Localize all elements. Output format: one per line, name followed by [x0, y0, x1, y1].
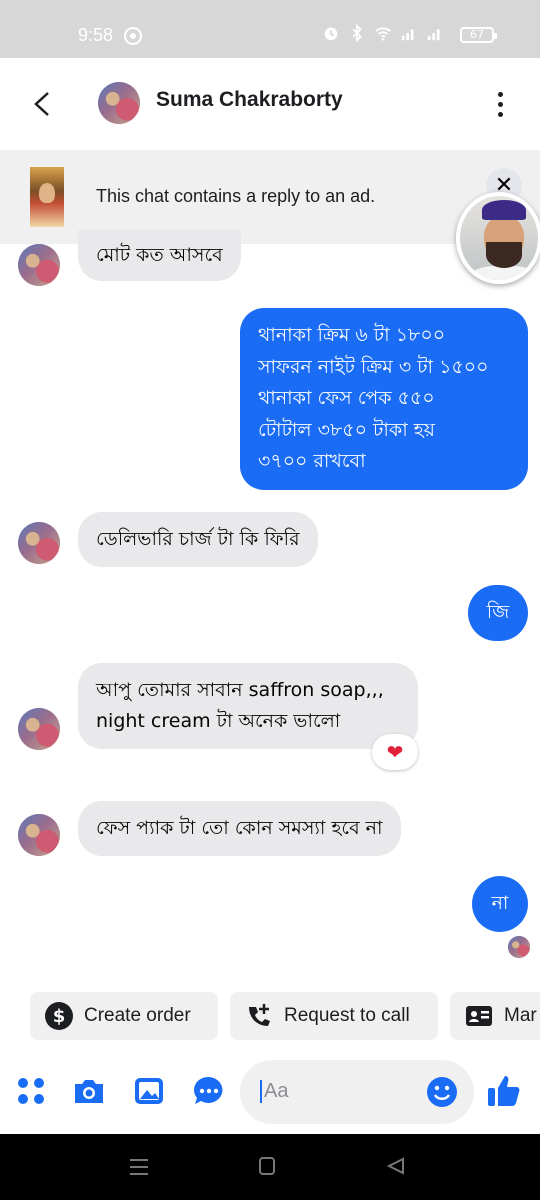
home-icon[interactable] [258, 1156, 276, 1176]
create-order-label: Create order [84, 1005, 191, 1026]
status-time: 9:58 [78, 25, 114, 45]
message-incoming[interactable]: ডেলিভারি চার্জ টা কি ফিরি [78, 512, 318, 567]
chat-head-avatar[interactable] [456, 192, 540, 284]
status-bar: 9:58 67 [0, 0, 540, 58]
apps-grid-icon[interactable] [14, 1074, 48, 1108]
message-composer: Aa [0, 1058, 540, 1128]
thumbs-up-icon[interactable] [486, 1072, 522, 1110]
wifi-icon [375, 27, 391, 41]
heart-reaction-icon[interactable]: ❤ [372, 734, 418, 770]
seen-avatar [508, 936, 530, 958]
request-to-call-label: Request to call [284, 1005, 410, 1026]
svg-text:$: $ [53, 1006, 66, 1027]
signal-icon-1 [401, 29, 414, 41]
message-incoming[interactable]: মোট কত আসবে [78, 230, 241, 281]
emoji-icon[interactable] [426, 1076, 458, 1108]
message-input-placeholder: Aa [260, 1080, 288, 1103]
request-to-call-button[interactable]: Request to call [230, 992, 438, 1040]
message-outgoing[interactable]: জি [468, 585, 528, 641]
sender-avatar[interactable] [18, 708, 60, 750]
signal-icon-2 [427, 29, 440, 41]
message-outgoing[interactable]: থানাকা ক্রিম ৬ টা ১৮০০ সাফরন নাইট ক্রিম … [240, 308, 528, 490]
more-options-icon[interactable] [496, 92, 504, 118]
quick-actions: $ Create order Request to call Mar [0, 992, 540, 1042]
message-incoming[interactable]: আপু তোমার সাবান saffron soap,,, night cr… [78, 663, 418, 749]
contact-name[interactable]: Suma Chakraborty [156, 88, 343, 112]
contact-card-icon [466, 1006, 492, 1026]
gallery-icon[interactable] [132, 1074, 166, 1108]
message-input[interactable]: Aa [240, 1060, 474, 1124]
recent-apps-icon[interactable] [128, 1156, 150, 1178]
ad-banner-text: This chat contains a reply to an ad. [96, 186, 376, 206]
ad-thumbnail[interactable] [30, 167, 64, 227]
phone-plus-icon [249, 1004, 270, 1026]
back-nav-icon[interactable] [386, 1156, 406, 1176]
back-arrow-icon[interactable] [30, 90, 54, 118]
system-nav-bar [0, 1134, 540, 1200]
status-icons [322, 24, 444, 42]
create-order-button[interactable]: $ Create order [30, 992, 218, 1040]
chat-bubble-more-icon[interactable] [192, 1074, 226, 1108]
mark-button[interactable]: Mar [450, 992, 540, 1040]
contact-avatar[interactable] [98, 82, 140, 124]
message-outgoing[interactable]: না [472, 876, 528, 932]
camera-icon[interactable] [72, 1074, 106, 1108]
dollar-icon: $ [45, 1002, 73, 1030]
alarm-icon [324, 27, 338, 41]
battery-indicator: 67 [460, 27, 497, 43]
sender-avatar[interactable] [18, 814, 60, 856]
message-incoming[interactable]: ফেস প্যাক টা তো কোন সমস্যা হবে না [78, 801, 401, 856]
sender-avatar[interactable] [18, 244, 60, 286]
chat-header: Suma Chakraborty [0, 58, 540, 150]
mark-label: Mar [504, 1005, 537, 1026]
sender-avatar[interactable] [18, 522, 60, 564]
screen-record-icon [124, 27, 142, 45]
bluetooth-icon [352, 24, 362, 42]
